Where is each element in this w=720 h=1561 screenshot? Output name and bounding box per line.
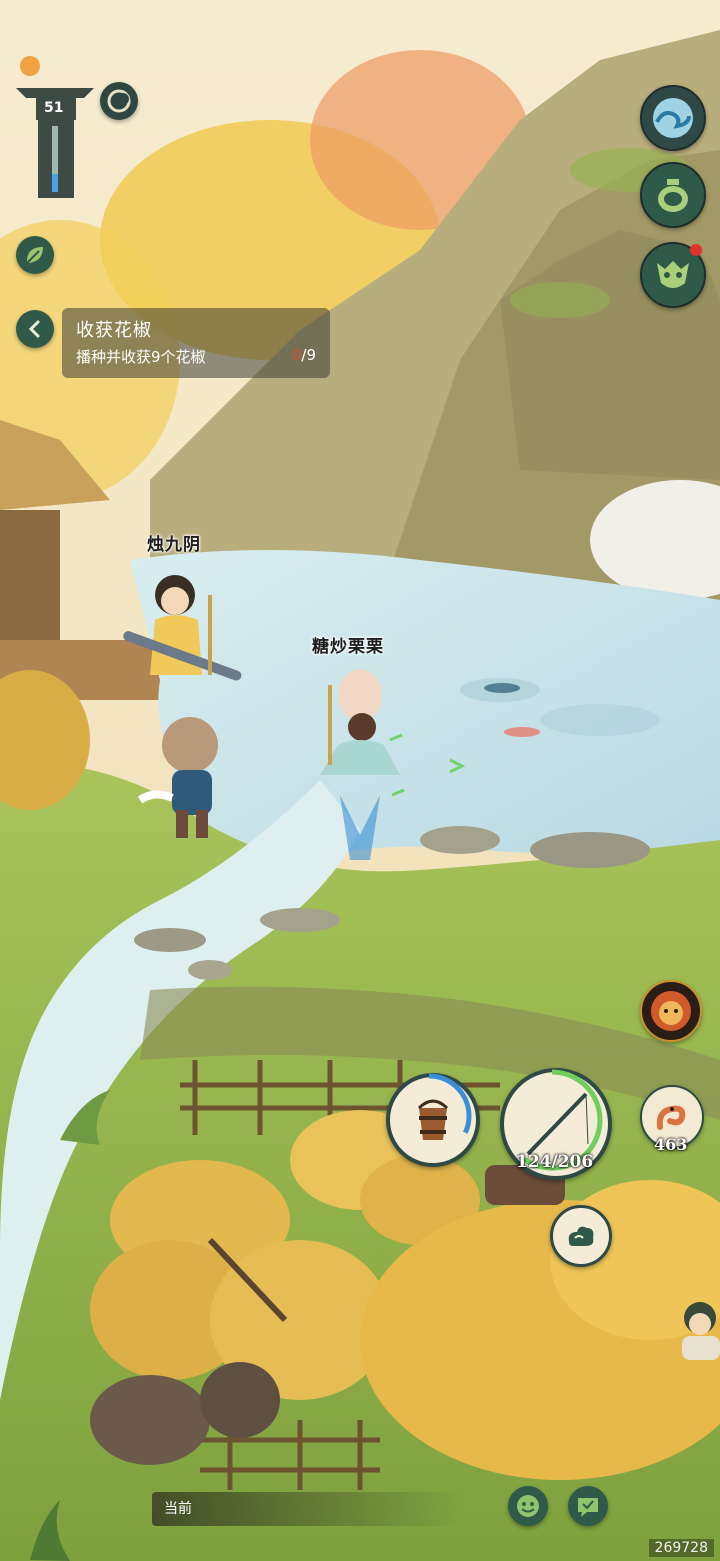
level-pillar[interactable]: 51 <box>14 54 96 204</box>
movement-indicator-icon <box>389 733 466 797</box>
quest-progress-total: /9 <box>301 346 316 364</box>
bag-button[interactable] <box>640 162 706 228</box>
pet-avatar-button[interactable] <box>640 980 702 1042</box>
moon-button[interactable] <box>100 82 138 120</box>
quest-progress-current: 0 <box>291 346 302 364</box>
worm-bait-icon <box>656 1105 686 1130</box>
chat-button[interactable] <box>568 1486 608 1526</box>
cat-npc[interactable] <box>130 710 250 840</box>
mask-button[interactable] <box>640 242 706 308</box>
chat-bar[interactable]: 当前 <box>152 1492 464 1526</box>
cloud-button[interactable] <box>550 1205 612 1267</box>
chat-icon <box>578 1498 598 1517</box>
bag-icon <box>658 179 688 212</box>
watermark: 269728 <box>648 1539 714 1557</box>
quest-title: 收获花椒 <box>76 320 152 341</box>
girl-npc[interactable] <box>670 1300 720 1360</box>
cloud-icon <box>568 1226 594 1246</box>
wave-icon <box>653 98 693 138</box>
bucket-button[interactable] <box>386 1073 480 1167</box>
chat-channel-label: 当前 <box>164 1501 192 1517</box>
bait-count: 463 <box>654 1135 688 1154</box>
quest-collapse-button[interactable] <box>16 310 54 348</box>
player-name-tangchaolili: 糖炒栗栗 <box>312 637 384 657</box>
bucket-progress-ring <box>386 1073 472 1159</box>
crescent-moon-icon <box>107 89 131 113</box>
level-number: 51 <box>44 100 64 116</box>
monkey-avatar-icon <box>651 991 691 1031</box>
player-character-zhujiuyin[interactable] <box>120 565 250 715</box>
quest-progress: 0/9 <box>292 346 316 364</box>
notification-dot <box>690 244 702 256</box>
back-arrow-icon <box>28 320 40 338</box>
player-name-zhujiuyin: 烛九阴 <box>147 535 201 555</box>
leaf-button[interactable] <box>16 236 54 274</box>
quest-panel[interactable]: 收获花椒 播种并收获9个花椒 0/9 <box>62 308 330 378</box>
fishing-line-counter: 124/206 <box>516 1152 594 1172</box>
mask-icon <box>657 261 689 288</box>
wave-button[interactable] <box>640 85 706 151</box>
level-pillar-icon <box>16 56 94 198</box>
emoji-button[interactable] <box>508 1486 548 1526</box>
leaf-icon <box>27 247 43 263</box>
game-scene: 烛九阴 糖炒栗栗 <box>0 0 720 1561</box>
emoji-icon <box>517 1495 539 1517</box>
quest-description: 播种并收获9个花椒 <box>76 348 206 366</box>
